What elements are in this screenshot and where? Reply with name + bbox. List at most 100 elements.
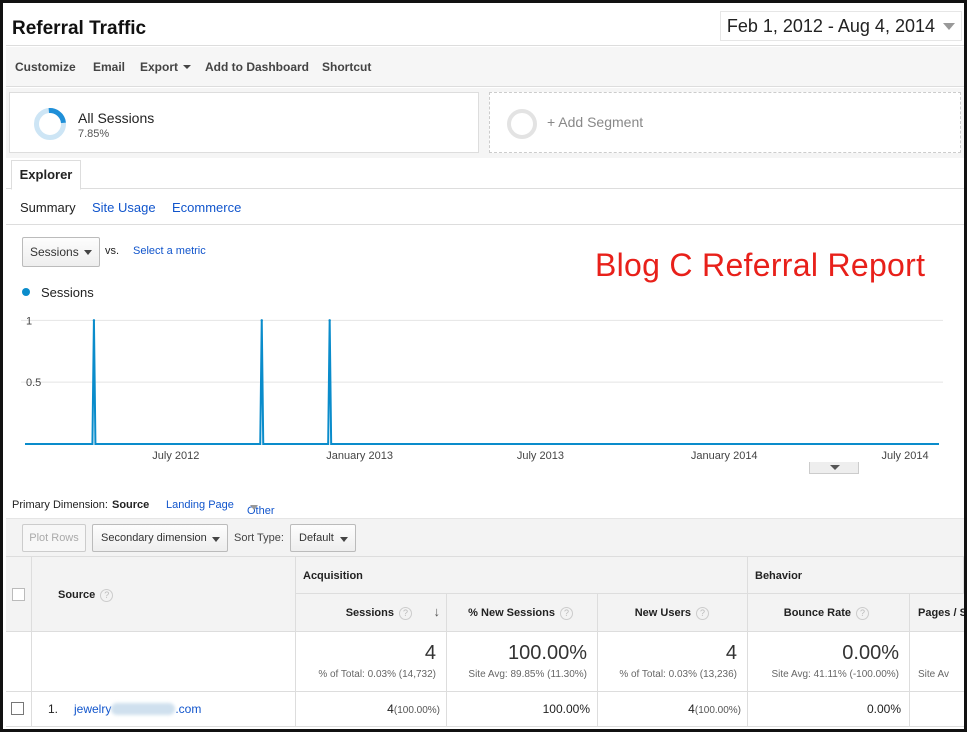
table-row: 1. jewelry .com	[32, 692, 296, 727]
y-tick-label: 0.5	[26, 377, 41, 389]
select-metric-link[interactable]: Select a metric	[133, 245, 206, 257]
legend-dot-icon	[22, 288, 30, 296]
totals-new-users: 4 % of Total: 0.03% (13,236)	[598, 632, 748, 692]
empty-segment-icon	[507, 109, 537, 139]
column-pages-per-session[interactable]: Pages / S	[910, 594, 967, 632]
subtab-ecommerce[interactable]: Ecommerce	[172, 200, 241, 215]
column-bounce-rate[interactable]: Bounce Rate?	[748, 594, 910, 632]
chevron-down-icon	[943, 23, 955, 30]
metric-dropdown-value: Sessions	[30, 245, 79, 259]
totals-bounce-rate: 0.00% Site Avg: 41.11% (-100.00%)	[748, 632, 910, 692]
tab-explorer[interactable]: Explorer	[11, 160, 81, 190]
x-tick-label: July 2013	[517, 450, 564, 462]
primary-dimension-row: Primary Dimension: Source Landing Page O…	[6, 493, 964, 519]
sessions-data-point[interactable]	[260, 319, 263, 322]
totals-sessions-value: 4	[424, 642, 436, 664]
sort-type-value: Default	[299, 532, 334, 544]
acquisition-label: Acquisition	[303, 570, 363, 582]
row-new-sessions: 100.00%	[447, 692, 598, 727]
chevron-down-icon	[250, 505, 258, 510]
column-sessions-label: Sessions?	[346, 607, 412, 620]
segment-percentage: 7.85%	[78, 128, 110, 140]
column-new-users-label: New Users?	[635, 607, 709, 620]
export-label: Export	[140, 60, 179, 74]
behavior-label: Behavior	[755, 570, 803, 582]
totals-sessions: 4 % of Total: 0.03% (14,732)	[296, 632, 447, 692]
segment-all-sessions[interactable]: All Sessions 7.85%	[9, 92, 479, 153]
totals-check-cell	[6, 632, 32, 692]
totals-pages: Site Av	[910, 632, 964, 692]
totals-pages-sub: Site Av	[918, 669, 949, 680]
chart-background	[21, 300, 943, 462]
date-range-text: Feb 1, 2012 - Aug 4, 2014	[726, 16, 935, 36]
totals-bounce-rate-sub: Site Avg: 41.11% (-100.00%)	[771, 669, 900, 680]
segment-bar: All Sessions 7.85% + Add Segment	[6, 88, 964, 158]
column-bounce-rate-label: Bounce Rate?	[784, 607, 869, 620]
sessions-line-chart: 1 0.5 July 2012 January 2013 July 2013 Janua…	[21, 300, 943, 462]
report-frame: Referral Traffic Feb 1, 2012 - Aug 4, 20…	[0, 0, 967, 732]
sessions-data-point[interactable]	[92, 319, 96, 322]
y-tick-label: 1	[26, 315, 32, 327]
help-icon: ?	[560, 607, 573, 620]
redacted-blur	[111, 703, 176, 715]
sessions-data-point[interactable]	[328, 319, 331, 322]
x-tick-label: January 2014	[691, 450, 758, 462]
segment-donut-icon	[27, 101, 73, 147]
x-tick-label: July 2012	[152, 450, 199, 462]
row-new-sessions-value: 100.00%	[542, 702, 590, 716]
segment-name: All Sessions	[78, 110, 155, 126]
help-icon: ?	[856, 607, 869, 620]
date-range-selector[interactable]: Feb 1, 2012 - Aug 4, 2014	[719, 11, 962, 41]
add-segment-label: + Add Segment	[547, 114, 644, 130]
add-to-dashboard-button[interactable]: Add to Dashboard	[205, 60, 309, 74]
sort-type-dropdown[interactable]: Default	[290, 524, 356, 552]
plot-rows-button[interactable]: Plot Rows	[22, 524, 86, 552]
shortcut-button[interactable]: Shortcut	[322, 60, 371, 74]
report-tabs: Explorer	[6, 158, 964, 190]
row-index: 1.	[48, 702, 59, 716]
behavior-group-header: Behavior	[748, 557, 964, 594]
dimension-source[interactable]: Source	[112, 499, 149, 511]
secondary-dimension-label: Secondary dimension	[101, 532, 207, 544]
x-tick-label: January 2013	[326, 450, 393, 462]
help-icon: ?	[399, 607, 412, 620]
select-all-checkbox[interactable]	[12, 588, 25, 601]
row-checkbox[interactable]	[11, 702, 24, 715]
sort-type-label: Sort Type:	[234, 532, 284, 544]
column-pages-label: Pages / S	[918, 607, 967, 619]
overlay-report-title: Blog C Referral Report	[595, 247, 926, 283]
row-check-cell	[6, 692, 32, 727]
chart-collapse-toggle[interactable]	[809, 462, 859, 474]
row-sessions-value: 4(100.00%)	[387, 702, 440, 716]
column-sessions[interactable]: Sessions? ↓	[296, 594, 447, 632]
subtab-summary[interactable]: Summary	[20, 200, 76, 215]
add-segment-button[interactable]: + Add Segment	[489, 92, 961, 153]
chevron-down-icon	[830, 465, 840, 470]
row-source-link[interactable]: jewelry .com	[74, 702, 201, 716]
totals-new-users-sub: % of Total: 0.03% (13,236)	[619, 669, 737, 680]
secondary-dimension-dropdown[interactable]: Secondary dimension	[92, 524, 228, 552]
column-new-users[interactable]: New Users?	[598, 594, 748, 632]
source-header[interactable]: Source?	[32, 557, 296, 632]
column-new-sessions[interactable]: % New Sessions?	[447, 594, 598, 632]
chevron-down-icon	[340, 537, 348, 542]
metric-dropdown[interactable]: Sessions	[22, 237, 100, 267]
chart-area: Sessions vs. Select a metric Blog C Refe…	[6, 225, 964, 490]
row-pages	[910, 692, 964, 727]
chevron-down-icon	[212, 537, 220, 542]
export-button[interactable]: Export	[140, 60, 192, 74]
vs-label: vs.	[105, 245, 120, 257]
row-bounce-rate: 0.00%	[748, 692, 910, 727]
totals-new-sessions: 100.00% Site Avg: 89.85% (11.30%)	[447, 632, 598, 692]
legend-label: Sessions	[41, 285, 94, 300]
page-title: Referral Traffic	[12, 18, 147, 39]
source-header-label: Source?	[58, 589, 114, 602]
row-new-users: 4(100.00%)	[598, 692, 748, 727]
row-bounce-rate-value: 0.00%	[866, 702, 901, 716]
dimension-landing-page[interactable]: Landing Page	[166, 499, 234, 511]
data-table: Source? Acquisition Behavior Sessions? ↓…	[6, 557, 967, 729]
sort-descending-icon: ↓	[433, 604, 441, 619]
customize-button[interactable]: Customize	[15, 60, 76, 74]
subtab-site-usage[interactable]: Site Usage	[92, 200, 156, 215]
email-button[interactable]: Email	[93, 60, 125, 74]
